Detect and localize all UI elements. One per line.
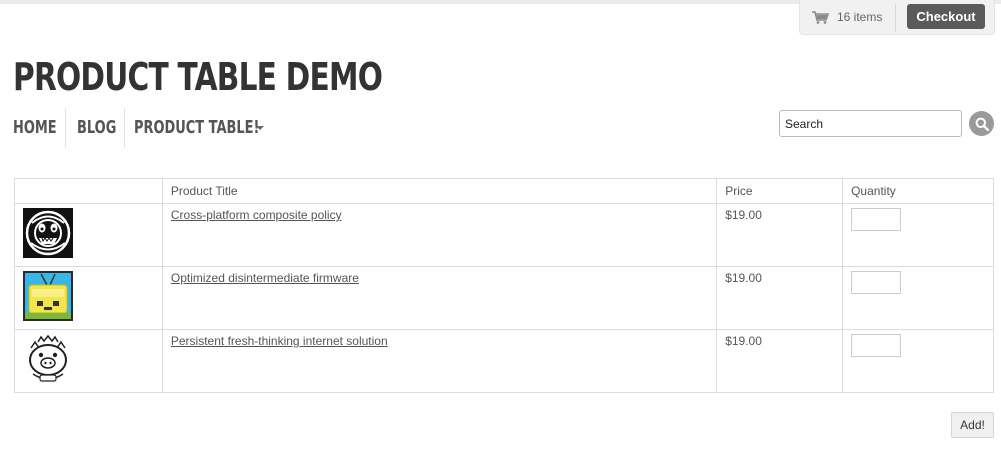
monster-logo-thumbnail[interactable] [23,208,73,258]
quantity-cell [842,266,994,330]
image-cell [14,203,163,267]
table-row: Cross-platform composite policy $19.00 [14,203,994,267]
cart-icon [812,10,829,24]
title-cell: Cross-platform composite policy [161,203,718,267]
quantity-input[interactable] [851,208,902,231]
price-cell: $19.00 [716,266,844,330]
header-quantity: Quantity [842,178,994,204]
nav-blog-label: BLOG [77,117,117,138]
nav-product-table[interactable]: PRODUCT TABLE! [125,108,275,148]
quantity-input[interactable] [851,271,902,294]
header-image [14,178,163,204]
radio-character-thumbnail[interactable] [23,271,73,321]
nav-blog[interactable]: BLOG [66,108,124,148]
quantity-cell [842,203,994,267]
nav-home[interactable]: HOME [13,108,65,148]
header-price: Price [716,178,844,204]
search-button[interactable] [969,111,994,136]
search-input[interactable] [779,110,962,137]
pig-character-thumbnail[interactable] [23,334,73,384]
nav-product-table-label: PRODUCT TABLE! [134,117,260,138]
quantity-cell [842,329,994,393]
cart-item-count: 16 items [837,10,883,24]
product-table: Product Title Price Quantity Cross-platf… [14,178,994,393]
checkout-button[interactable]: Checkout [907,4,985,29]
table-header-row: Product Title Price Quantity [14,178,994,204]
table-row: Optimized disintermediate firmware $19.0… [14,266,994,330]
cart-widget: 16 items Checkout [799,0,995,35]
title-cell: Persistent fresh-thinking internet solut… [161,329,718,393]
quantity-input[interactable] [851,334,902,357]
price-cell: $19.00 [716,203,844,267]
price-cell: $19.00 [716,329,844,393]
cart-divider [895,4,896,32]
product-title-link[interactable]: Optimized disintermediate firmware [171,271,359,285]
product-title-link[interactable]: Persistent fresh-thinking internet solut… [171,334,388,348]
header-product-title: Product Title [161,178,718,204]
add-to-cart-button[interactable]: Add! [951,412,994,438]
chevron-down-icon [256,126,264,130]
cart-link[interactable]: 16 items [812,8,882,26]
site-title[interactable]: PRODUCT TABLE DEMO [13,53,383,101]
title-cell: Optimized disintermediate firmware [161,266,718,330]
image-cell [14,329,163,393]
table-row: Persistent fresh-thinking internet solut… [14,329,994,393]
main-nav: HOME BLOG PRODUCT TABLE! [13,108,275,148]
nav-home-label: HOME [13,117,57,138]
search-icon [975,117,989,131]
image-cell [14,266,163,330]
product-title-link[interactable]: Cross-platform composite policy [171,208,342,222]
